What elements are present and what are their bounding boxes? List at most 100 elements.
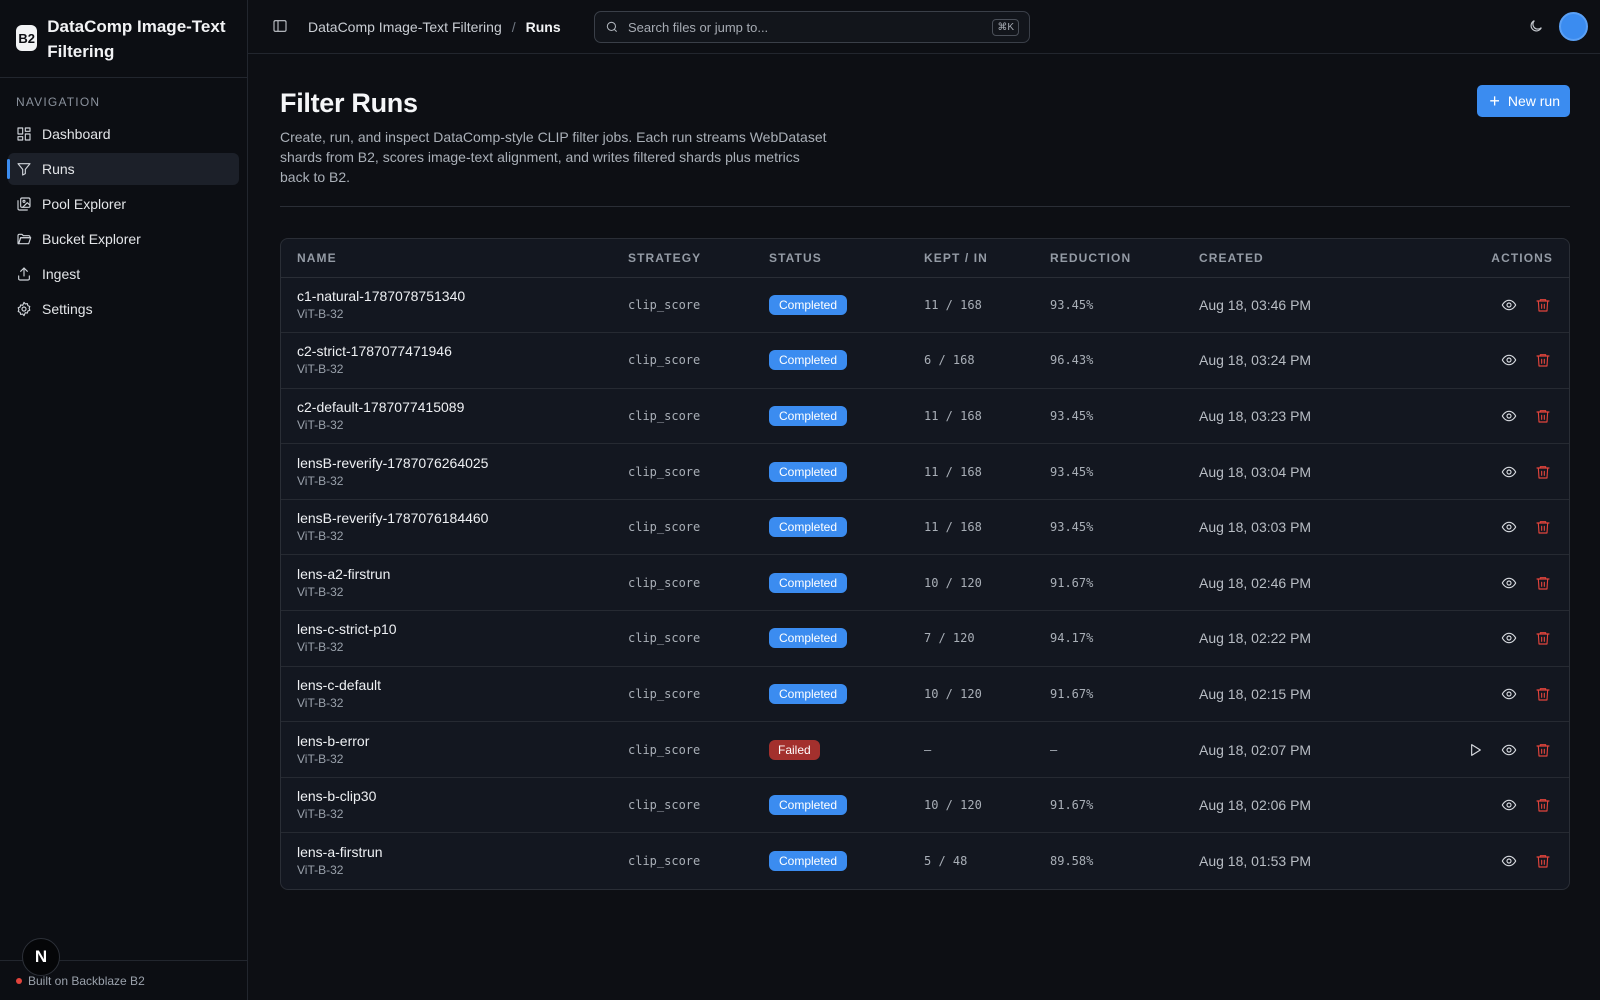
run-model: ViT-B-32 — [297, 473, 344, 488]
search-shortcut: ⌘K — [992, 18, 1019, 36]
view-button[interactable] — [1499, 795, 1519, 815]
column-header-created: CREATED — [1183, 239, 1394, 278]
run-name[interactable]: lensB-reverify-1787076184460 — [297, 510, 596, 527]
view-button[interactable] — [1499, 295, 1519, 315]
run-name[interactable]: lens-a-firstrun — [297, 844, 596, 861]
eye-icon — [1501, 633, 1517, 644]
strategy-cell: clip_score — [612, 277, 753, 334]
reduction-cell: 91.67% — [1034, 666, 1183, 723]
status-dot — [16, 977, 22, 984]
table-body: c1-natural-1787078751340 ViT-B-32 clip_s… — [281, 277, 1569, 889]
delete-button[interactable] — [1533, 573, 1553, 593]
plus-icon: + — [1489, 91, 1500, 111]
view-button[interactable] — [1499, 462, 1519, 482]
actions-cell — [1393, 277, 1569, 334]
delete-button[interactable] — [1533, 350, 1553, 370]
delete-button[interactable] — [1533, 628, 1553, 648]
eye-icon — [1501, 466, 1517, 477]
trash-icon — [1536, 743, 1550, 757]
view-button[interactable] — [1499, 517, 1519, 537]
trash-icon — [1536, 632, 1550, 645]
run-model: ViT-B-32 — [297, 362, 344, 377]
n-badge-button[interactable]: N — [22, 938, 60, 976]
rerun-button[interactable] — [1465, 740, 1485, 760]
reduction-cell: 94.17% — [1034, 610, 1183, 667]
run-name[interactable]: c2-default-1787077415089 — [297, 399, 596, 416]
new-run-button[interactable]: + New run — [1477, 85, 1570, 117]
sidebar-item-ingest[interactable]: Ingest — [8, 258, 239, 290]
status-cell: Completed — [753, 499, 908, 556]
run-name[interactable]: lens-c-strict-p10 — [297, 621, 596, 638]
brand[interactable]: B2 DataComp Image-Text Filtering — [0, 0, 247, 78]
delete-button[interactable] — [1533, 406, 1553, 426]
status-cell: Completed — [753, 777, 908, 834]
run-name[interactable]: lens-a2-firstrun — [297, 566, 596, 583]
sidebar-item-dashboard[interactable]: Dashboard — [8, 118, 239, 150]
view-button[interactable] — [1499, 628, 1519, 648]
table-row[interactable]: lens-c-default ViT-B-32 clip_score Compl… — [281, 666, 1569, 723]
delete-button[interactable] — [1533, 462, 1553, 482]
run-name[interactable]: lens-b-clip30 — [297, 788, 596, 805]
table-row[interactable]: lens-b-error ViT-B-32 clip_score Failed … — [281, 721, 1569, 778]
run-name[interactable]: c2-strict-1787077471946 — [297, 343, 596, 360]
sidebar-toggle-icon — [273, 19, 287, 32]
run-name[interactable]: c1-natural-1787078751340 — [297, 288, 596, 305]
view-button[interactable] — [1499, 573, 1519, 593]
reduction-cell: — — [1034, 721, 1183, 778]
table-row[interactable]: c2-default-1787077415089 ViT-B-32 clip_s… — [281, 388, 1569, 445]
search-icon — [606, 21, 618, 33]
sidebar-item-bucket-explorer[interactable]: Bucket Explorer — [8, 223, 239, 255]
status-badge: Failed — [769, 739, 820, 760]
trash-icon — [1536, 855, 1550, 868]
delete-button[interactable] — [1533, 740, 1553, 760]
actions-cell — [1393, 666, 1569, 723]
sidebar-item-runs[interactable]: Runs — [7, 153, 239, 185]
delete-button[interactable] — [1533, 851, 1553, 871]
sidebar-item-settings[interactable]: Settings — [8, 293, 239, 325]
reduction-cell: 89.58% — [1050, 853, 1094, 868]
eye-icon — [1501, 744, 1517, 755]
reduction-cell: 93.45% — [1034, 388, 1183, 445]
status-badge: Completed — [769, 795, 848, 816]
sidebar-toggle-button[interactable] — [272, 18, 290, 36]
view-button[interactable] — [1499, 684, 1519, 704]
view-button[interactable] — [1499, 350, 1519, 370]
run-name[interactable]: lensB-reverify-1787076264025 — [297, 455, 596, 472]
delete-button[interactable] — [1533, 295, 1553, 315]
status-badge: Completed — [769, 350, 848, 371]
kept-in-cell: 5 / 48 — [924, 853, 968, 868]
topbar: DataComp Image-Text Filtering / Runs ⌘K — [248, 0, 1600, 54]
nav-heading: NAVIGATION — [16, 95, 101, 109]
kept-in-cell: 10 / 120 — [908, 777, 1034, 834]
run-model: ViT-B-32 — [297, 751, 344, 766]
sidebar-item-pool-explorer[interactable]: Pool Explorer — [8, 188, 239, 220]
run-name[interactable]: lens-b-error — [297, 733, 596, 750]
created-cell: Aug 18, 02:15 PM — [1183, 666, 1394, 723]
delete-button[interactable] — [1533, 684, 1553, 704]
strategy-cell: clip_score — [612, 777, 753, 834]
search-box[interactable]: ⌘K — [594, 11, 1030, 43]
run-name[interactable]: lens-c-default — [297, 677, 596, 694]
table-row[interactable]: lens-a-firstrun ViT-B-32 clip_score Comp… — [281, 833, 1569, 889]
view-button[interactable] — [1499, 406, 1519, 426]
table-row[interactable]: c1-natural-1787078751340 ViT-B-32 clip_s… — [281, 277, 1569, 334]
eye-icon — [1501, 410, 1517, 422]
table-row[interactable]: lens-a2-firstrun ViT-B-32 clip_score Com… — [281, 554, 1569, 612]
breadcrumb-root[interactable]: DataComp Image-Text Filtering — [308, 19, 502, 35]
theme-toggle-button[interactable] — [1528, 18, 1544, 39]
run-model: ViT-B-32 — [297, 584, 344, 599]
delete-button[interactable] — [1533, 517, 1553, 537]
table-row[interactable]: lensB-reverify-1787076264025 ViT-B-32 cl… — [281, 443, 1569, 500]
delete-button[interactable] — [1533, 795, 1553, 815]
view-button[interactable] — [1499, 740, 1519, 760]
table-row[interactable]: lens-b-clip30 ViT-B-32 clip_score Comple… — [281, 777, 1569, 834]
status-badge: Completed — [769, 572, 848, 593]
table-row[interactable]: c2-strict-1787077471946 ViT-B-32 clip_sc… — [281, 332, 1569, 389]
avatar[interactable] — [1559, 12, 1588, 41]
table-row[interactable]: lens-c-strict-p10 ViT-B-32 clip_score Co… — [281, 610, 1569, 667]
name-cell: lens-a-firstrun ViT-B-32 — [281, 833, 612, 889]
table-row[interactable]: lensB-reverify-1787076184460 ViT-B-32 cl… — [281, 499, 1569, 556]
gear-icon — [17, 301, 31, 317]
search-input[interactable] — [628, 19, 984, 35]
view-button[interactable] — [1499, 851, 1519, 871]
